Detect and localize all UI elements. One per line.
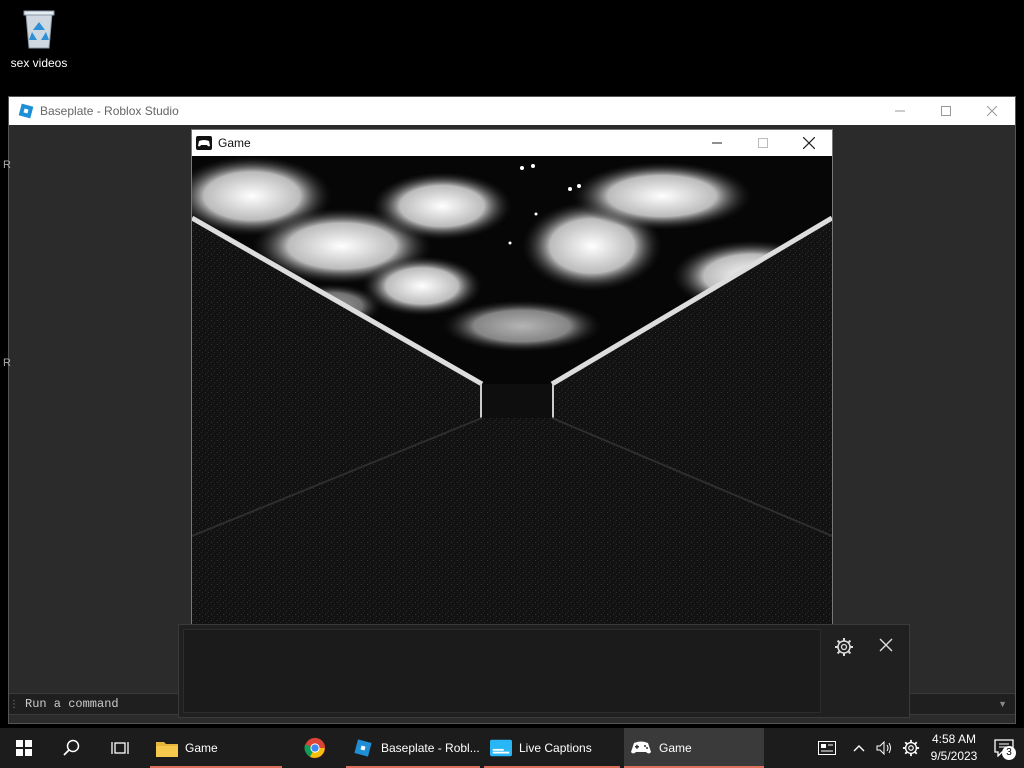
close-icon <box>987 106 997 116</box>
caption-text-area <box>183 629 821 713</box>
roblox-studio-icon <box>18 103 34 119</box>
game-window: Game <box>191 129 833 629</box>
chevron-down-icon[interactable]: ▼ <box>998 699 1007 709</box>
close-icon[interactable] <box>879 635 893 658</box>
side-marker: R <box>3 159 11 171</box>
close-icon <box>803 137 815 149</box>
search-button[interactable] <box>48 728 96 768</box>
chrome-icon <box>304 737 326 759</box>
maximize-icon <box>758 138 768 148</box>
gear-icon[interactable] <box>898 728 924 768</box>
live-captions-panel <box>178 624 910 718</box>
taskbar-app-game[interactable]: Game <box>624 728 764 768</box>
gear-icon[interactable] <box>834 637 854 657</box>
studio-title-bar[interactable]: Baseplate - Roblox Studio <box>9 97 1015 125</box>
recycle-bin-icon <box>21 8 57 50</box>
roblox-studio-icon <box>352 737 374 759</box>
game-viewport[interactable] <box>192 156 832 628</box>
far-wall <box>482 384 552 418</box>
minimize-button[interactable] <box>694 130 740 156</box>
minimize-icon <box>712 142 722 144</box>
windows-icon <box>16 740 32 756</box>
minimize-button[interactable] <box>877 97 923 125</box>
taskbar-app-chrome[interactable] <box>292 728 338 768</box>
start-button[interactable] <box>0 728 48 768</box>
game-title: Game <box>218 136 251 150</box>
news-widget-icon[interactable] <box>808 728 846 768</box>
taskbar-app-label: Game <box>659 741 692 755</box>
taskbar-app-explorer[interactable]: Game <box>150 728 282 768</box>
close-button[interactable] <box>969 97 1015 125</box>
live-captions-icon <box>490 737 512 759</box>
game-controller-icon <box>196 136 212 150</box>
notification-badge: 3 <box>1002 746 1016 760</box>
clock-time: 4:58 AM <box>931 732 977 746</box>
taskbar-app-roblox-studio[interactable]: Baseplate - Robl... <box>346 728 480 768</box>
maximize-button <box>740 130 786 156</box>
recycle-bin-label: sex videos <box>10 56 68 70</box>
notification-center-button[interactable]: 3 <box>984 728 1024 768</box>
taskbar-app-live-captions[interactable]: Live Captions <box>484 728 620 768</box>
taskbar-app-label: Live Captions <box>519 741 592 755</box>
game-controller-icon <box>630 737 652 759</box>
volume-icon[interactable] <box>872 728 898 768</box>
search-icon <box>63 739 80 756</box>
close-button[interactable] <box>786 130 832 156</box>
clock[interactable]: 4:58 AM 9/5/2023 <box>924 731 984 765</box>
taskbar: Game Baseplate - Robl... Live Captions G… <box>0 728 1024 768</box>
chevron-up-icon[interactable] <box>846 728 872 768</box>
game-title-bar[interactable]: Game <box>192 130 832 156</box>
minimize-icon <box>895 110 905 112</box>
maximize-icon <box>941 106 951 116</box>
system-tray: 4:58 AM 9/5/2023 3 <box>808 728 1024 768</box>
studio-title: Baseplate - Roblox Studio <box>40 104 179 118</box>
side-marker: R <box>3 357 11 369</box>
task-view-button[interactable] <box>96 728 144 768</box>
recycle-bin-desktop-icon[interactable]: sex videos <box>6 8 72 70</box>
task-view-icon <box>111 742 129 754</box>
clock-date: 9/5/2023 <box>930 749 978 763</box>
command-input[interactable]: Run a command <box>25 697 119 711</box>
taskbar-app-label: Baseplate - Robl... <box>381 741 480 755</box>
maximize-button[interactable] <box>923 97 969 125</box>
drag-grip-icon[interactable]: ⋮ <box>9 699 19 710</box>
folder-icon <box>156 737 178 759</box>
taskbar-app-label: Game <box>185 741 218 755</box>
